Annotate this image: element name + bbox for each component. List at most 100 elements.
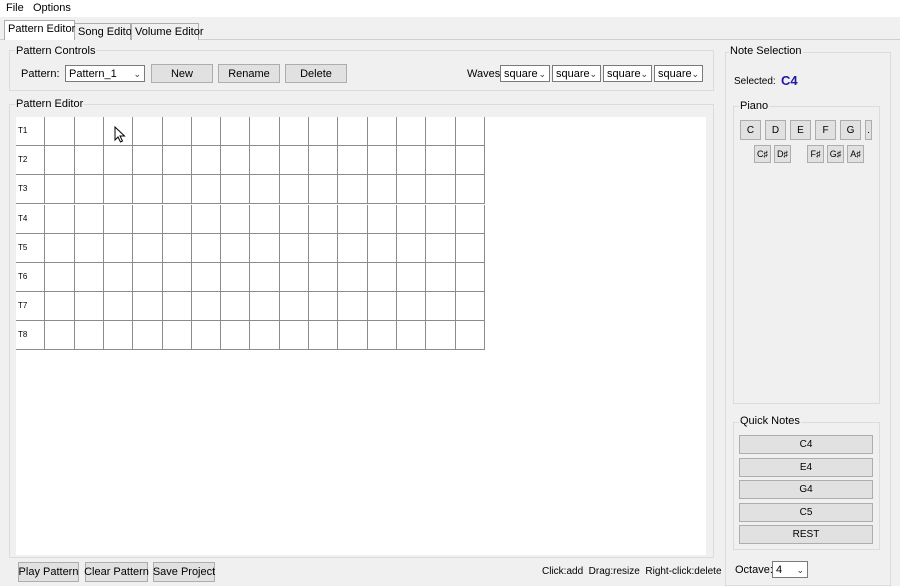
pattern-cell[interactable]	[133, 175, 163, 204]
tab-pattern-editor[interactable]: Pattern Editor	[4, 20, 75, 40]
pattern-cell[interactable]	[192, 263, 221, 292]
pattern-cell[interactable]	[309, 117, 338, 146]
pattern-cell[interactable]	[250, 234, 280, 263]
pattern-grid[interactable]: T1 T2 T3 T4 T5 T6 T7 T8	[16, 117, 485, 351]
quick-note-button[interactable]: C5	[739, 502, 873, 522]
pattern-cell[interactable]	[133, 205, 163, 234]
piano-key-black[interactable]: D♯	[774, 145, 791, 163]
pattern-cell[interactable]	[163, 205, 192, 234]
pattern-cell[interactable]	[397, 146, 426, 175]
pattern-cell[interactable]	[309, 205, 338, 234]
pattern-cell[interactable]	[397, 263, 426, 292]
pattern-cell[interactable]	[250, 117, 280, 146]
pattern-cell[interactable]	[397, 234, 426, 263]
pattern-cell[interactable]	[133, 321, 163, 350]
pattern-cell[interactable]	[75, 292, 104, 321]
pattern-cell[interactable]	[192, 234, 221, 263]
pattern-cell[interactable]	[280, 234, 309, 263]
pattern-cell[interactable]	[309, 292, 338, 321]
pattern-cell[interactable]	[75, 263, 104, 292]
pattern-cell[interactable]	[426, 292, 456, 321]
quick-note-button[interactable]: G4	[739, 480, 873, 500]
pattern-cell[interactable]	[16, 263, 45, 292]
pattern-cell[interactable]	[16, 234, 45, 263]
pattern-cell[interactable]	[104, 175, 133, 204]
pattern-cell[interactable]	[104, 263, 133, 292]
pattern-cell[interactable]	[45, 117, 75, 146]
tab-volume-editor[interactable]: Volume Editor	[131, 23, 203, 40]
pattern-cell[interactable]	[45, 146, 75, 175]
pattern-cell[interactable]	[133, 146, 163, 175]
pattern-cell[interactable]	[221, 175, 250, 204]
pattern-cell[interactable]	[250, 321, 280, 350]
pattern-cell[interactable]	[368, 146, 397, 175]
piano-key-white[interactable]: F	[815, 120, 836, 140]
pattern-cell[interactable]	[75, 205, 104, 234]
tab-song-editor[interactable]: Song Editor	[74, 23, 135, 40]
pattern-cell[interactable]	[456, 117, 485, 146]
pattern-cell[interactable]	[75, 146, 104, 175]
pattern-cell[interactable]	[163, 234, 192, 263]
pattern-cell[interactable]	[338, 117, 368, 146]
pattern-cell[interactable]	[104, 234, 133, 263]
pattern-cell[interactable]	[280, 205, 309, 234]
pattern-cell[interactable]	[75, 117, 104, 146]
pattern-cell[interactable]	[75, 175, 104, 204]
menu-options[interactable]: Options	[33, 2, 71, 14]
pattern-cell[interactable]	[368, 292, 397, 321]
piano-key-black[interactable]: F♯	[807, 145, 824, 163]
pattern-cell[interactable]	[104, 146, 133, 175]
pattern-cell[interactable]	[338, 205, 368, 234]
pattern-cell[interactable]	[16, 146, 45, 175]
pattern-cell[interactable]	[163, 117, 192, 146]
pattern-cell[interactable]	[250, 263, 280, 292]
pattern-cell[interactable]	[280, 146, 309, 175]
pattern-cell[interactable]	[163, 292, 192, 321]
pattern-cell[interactable]	[338, 175, 368, 204]
pattern-cell[interactable]	[368, 175, 397, 204]
pattern-cell[interactable]	[45, 321, 75, 350]
piano-key-black[interactable]: G♯	[827, 145, 844, 163]
play-pattern-button[interactable]: Play Pattern	[18, 562, 79, 582]
pattern-cell[interactable]	[280, 263, 309, 292]
pattern-cell[interactable]	[280, 321, 309, 350]
pattern-cell[interactable]	[368, 263, 397, 292]
pattern-cell[interactable]	[368, 321, 397, 350]
octave-select[interactable]: 4 ⌄	[772, 561, 808, 578]
wave-select-4[interactable]: square ⌄	[654, 65, 703, 82]
pattern-cell[interactable]	[397, 117, 426, 146]
pattern-cell[interactable]	[16, 175, 45, 204]
pattern-cell[interactable]	[456, 263, 485, 292]
pattern-cell[interactable]	[250, 205, 280, 234]
pattern-cell[interactable]	[104, 292, 133, 321]
pattern-cell[interactable]	[309, 234, 338, 263]
pattern-cell[interactable]	[163, 146, 192, 175]
pattern-cell[interactable]	[45, 234, 75, 263]
pattern-cell[interactable]	[338, 321, 368, 350]
pattern-cell[interactable]	[426, 321, 456, 350]
pattern-cell[interactable]	[104, 205, 133, 234]
pattern-cell[interactable]	[250, 146, 280, 175]
clear-pattern-button[interactable]: Clear Pattern	[84, 562, 149, 582]
pattern-cell[interactable]	[133, 234, 163, 263]
pattern-cell[interactable]	[192, 292, 221, 321]
pattern-cell[interactable]	[16, 205, 45, 234]
new-pattern-button[interactable]: New	[151, 64, 213, 83]
pattern-cell[interactable]	[250, 292, 280, 321]
pattern-cell[interactable]	[309, 175, 338, 204]
pattern-cell[interactable]	[45, 292, 75, 321]
pattern-cell[interactable]	[104, 321, 133, 350]
pattern-cell[interactable]	[456, 146, 485, 175]
pattern-cell[interactable]	[309, 321, 338, 350]
wave-select-3[interactable]: square ⌄	[603, 65, 652, 82]
pattern-cell[interactable]	[309, 146, 338, 175]
pattern-cell[interactable]	[426, 205, 456, 234]
quick-note-button[interactable]: C4	[739, 435, 873, 454]
pattern-cell[interactable]	[192, 321, 221, 350]
menu-file[interactable]: File	[6, 2, 24, 14]
pattern-cell[interactable]	[163, 175, 192, 204]
piano-key-white[interactable]: D	[765, 120, 786, 140]
pattern-cell[interactable]	[16, 292, 45, 321]
pattern-cell[interactable]	[397, 205, 426, 234]
pattern-cell[interactable]	[221, 292, 250, 321]
